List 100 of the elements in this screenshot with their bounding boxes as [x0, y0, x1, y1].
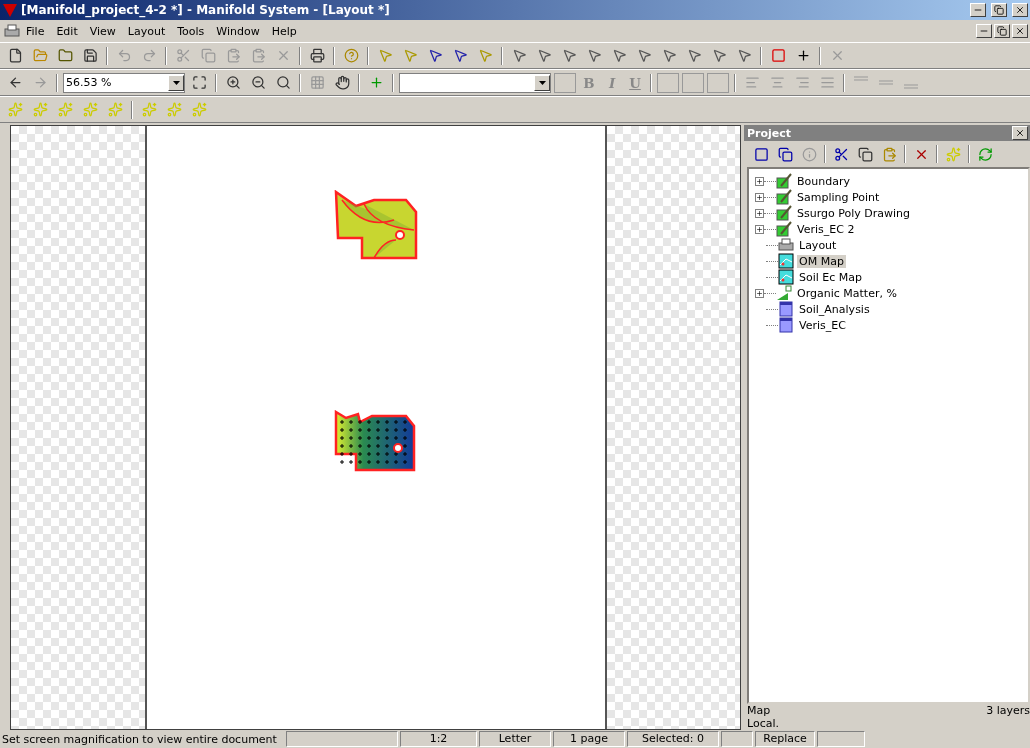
open-folder-icon	[32, 48, 48, 63]
select-tool-icon	[711, 48, 727, 63]
forward-icon	[32, 75, 48, 90]
expand-button[interactable]	[755, 176, 764, 186]
pointer-icon	[452, 48, 468, 63]
align-left-icon	[744, 75, 760, 90]
expand-button[interactable]	[755, 224, 764, 234]
zoom-extent-icon	[191, 75, 207, 90]
sparkle-icon	[141, 102, 157, 117]
zoom-icon	[275, 75, 291, 90]
close-button[interactable]	[1012, 24, 1028, 38]
map-icon	[778, 253, 794, 269]
pointer-icon	[402, 48, 418, 63]
sparkle-icon	[945, 146, 961, 162]
select-tool-icon	[611, 48, 627, 63]
drawing-pencil-icon	[776, 173, 792, 189]
status-message: Set screen magnification to view entire document	[2, 732, 278, 746]
sparkle-icon	[7, 102, 23, 117]
expand-button[interactable]	[755, 288, 764, 298]
window-title: [Manifold_project_4-2 *] - Manifold System - [Layout *]	[21, 3, 391, 17]
restore-button[interactable]	[991, 3, 1007, 17]
cut-icon	[833, 146, 849, 162]
pan-icon	[334, 75, 350, 90]
select-tool-icon	[536, 48, 552, 63]
status-field: Letter	[479, 731, 551, 747]
caret-down-icon	[538, 80, 546, 85]
paste-icon	[881, 146, 897, 162]
close-icon	[1015, 5, 1025, 15]
restore-icon	[997, 26, 1007, 36]
minimize-button[interactable]	[970, 3, 986, 17]
tree-item[interactable]: Sampling Point	[795, 190, 882, 204]
sparkle-icon	[107, 102, 123, 117]
line-align-icon	[854, 75, 868, 82]
drawing-pencil-icon	[776, 205, 792, 221]
menu-item[interactable]: Layout	[121, 24, 172, 38]
close-button[interactable]	[1012, 3, 1028, 17]
color-swatch[interactable]	[657, 72, 679, 93]
menu-item[interactable]: View	[83, 24, 122, 38]
table-icon	[778, 317, 794, 333]
sparkle-icon	[191, 102, 207, 117]
status-pane	[721, 731, 753, 747]
add-icon	[368, 75, 384, 90]
printer-icon	[4, 23, 20, 39]
tree-item[interactable]: Soil_Analysis	[797, 302, 872, 316]
zoom-combo[interactable]: 56.53 %	[63, 72, 185, 93]
zoom-value: 56.53 %	[65, 76, 113, 89]
save-icon	[82, 48, 98, 63]
copy-icon	[200, 48, 216, 63]
drawing-pencil-icon	[776, 189, 792, 205]
tree-item[interactable]: Veris_EC	[797, 318, 848, 332]
menu-item[interactable]: File	[20, 24, 51, 38]
select-tool-icon	[736, 48, 752, 63]
info-location: Local.	[747, 717, 780, 730]
tree-item[interactable]: OM Map	[797, 254, 846, 268]
grid-icon	[309, 75, 325, 90]
select-tool-icon	[561, 48, 577, 63]
caret-down-icon	[172, 80, 180, 85]
status-field: 1:2	[400, 731, 477, 747]
menu-item[interactable]: Window	[210, 24, 266, 38]
color-swatch[interactable]	[707, 72, 729, 93]
app-logo-icon	[2, 2, 18, 18]
panel-title: Project	[747, 126, 792, 140]
tree-item[interactable]: Boundary	[795, 174, 852, 188]
align-right-icon	[794, 75, 810, 90]
restore-icon	[994, 5, 1004, 15]
menu-item[interactable]: Edit	[50, 24, 84, 38]
line-align-icon	[904, 83, 918, 90]
menu-item[interactable]: Help	[265, 24, 303, 38]
expand-button[interactable]	[755, 208, 764, 218]
select-tool-icon	[511, 48, 527, 63]
color-swatch[interactable]	[554, 72, 576, 93]
sparkle-icon	[57, 102, 73, 117]
print-icon	[309, 48, 325, 63]
theme-icon	[776, 285, 792, 301]
refresh-icon	[977, 146, 993, 162]
folder-icon	[57, 48, 73, 63]
minimize-button[interactable]	[976, 24, 992, 38]
info-type: Map	[747, 704, 772, 717]
menu-item[interactable]: Tools	[171, 24, 211, 38]
select-tool-icon	[661, 48, 677, 63]
undo-icon	[116, 48, 132, 63]
new-file-icon	[7, 48, 23, 63]
tree-item[interactable]: Organic Matter, %	[795, 286, 899, 300]
tree-item[interactable]: Layout	[797, 238, 839, 252]
font-combo[interactable]	[399, 72, 551, 93]
tree-item[interactable]: Soil Ec Map	[797, 270, 865, 284]
restore-button[interactable]	[994, 24, 1010, 38]
info-icon	[801, 146, 817, 162]
select-tool-icon	[636, 48, 652, 63]
printer-icon	[778, 237, 794, 253]
tree-item[interactable]: Ssurgo Poly Drawing	[795, 206, 912, 220]
redo-icon	[141, 48, 157, 63]
cut-icon	[175, 48, 191, 63]
tree-item[interactable]: Veris_EC 2	[795, 222, 857, 236]
windows-icon	[777, 146, 793, 162]
pointer-icon	[427, 48, 443, 63]
close-button[interactable]	[1012, 126, 1028, 140]
line-align-icon	[879, 79, 893, 86]
expand-button[interactable]	[755, 192, 764, 202]
color-swatch[interactable]	[682, 72, 704, 93]
